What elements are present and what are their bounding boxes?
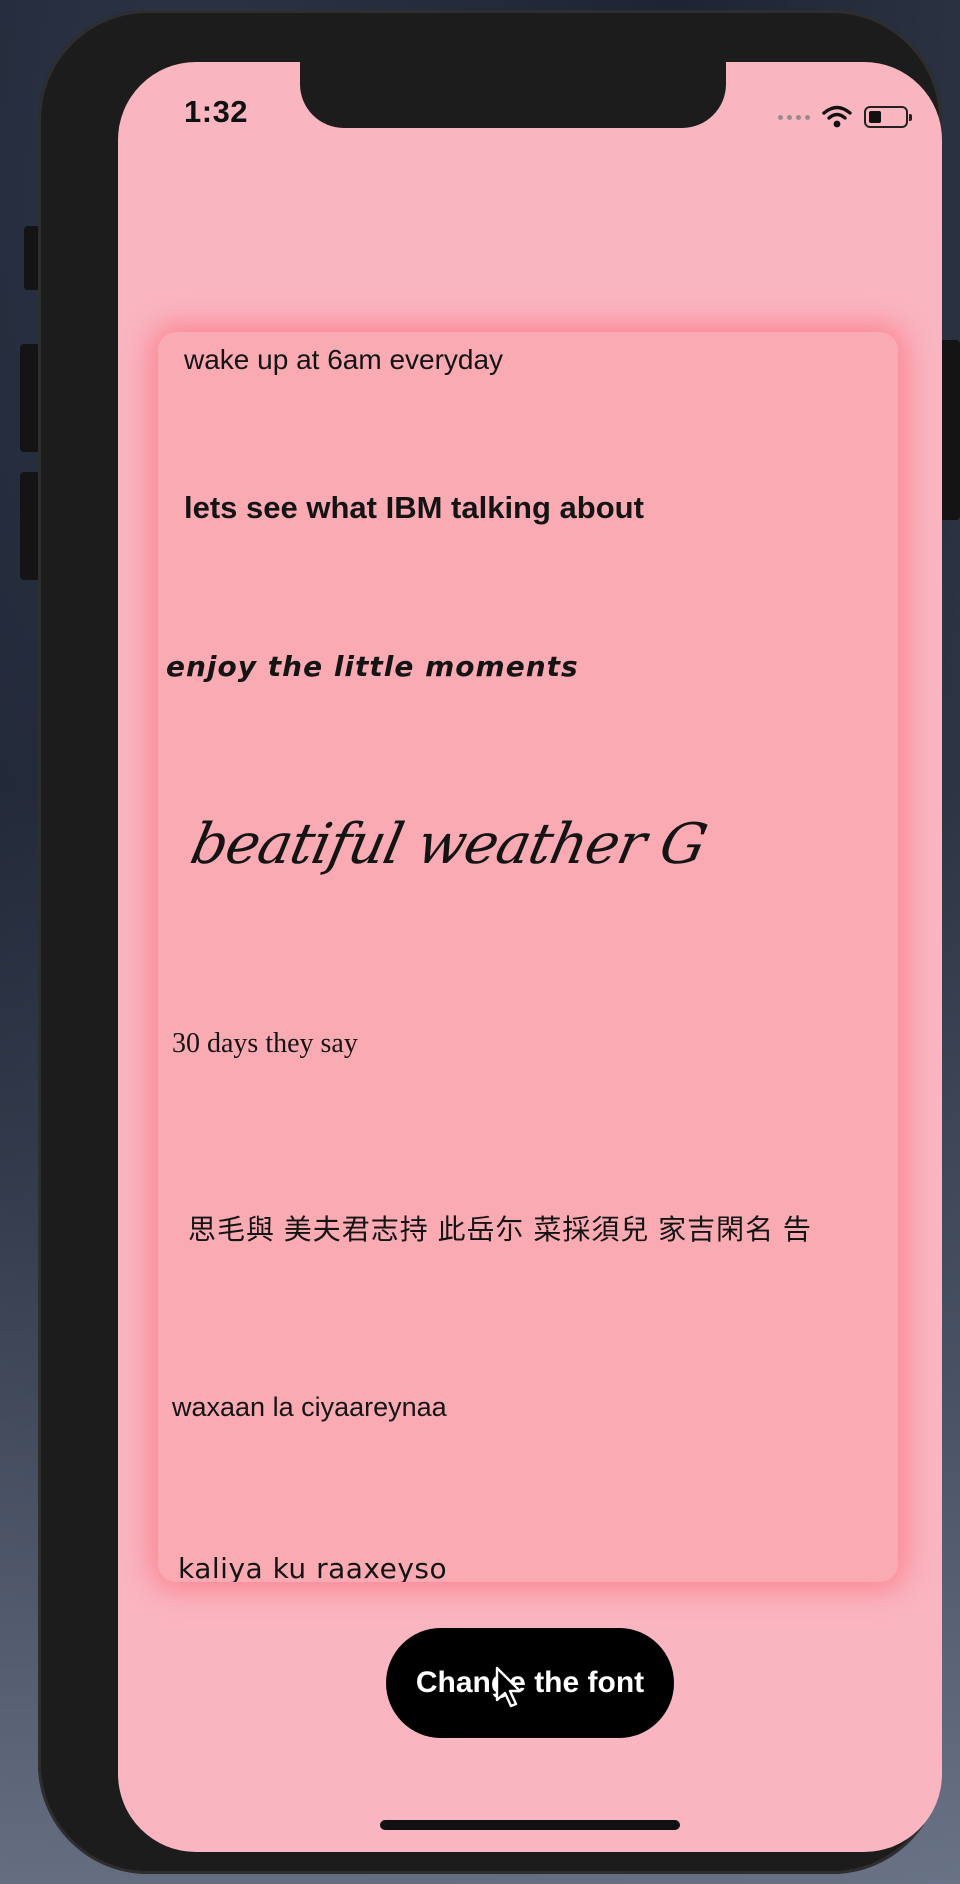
volume-down-button (20, 472, 40, 580)
card-line: enjoy the little moments (166, 650, 579, 683)
status-time: 1:32 (184, 94, 249, 129)
card-line: lets see what IBM talking about (184, 490, 644, 525)
quotes-card: wake up at 6am everyday lets see what IB… (158, 332, 898, 1582)
status-icons (778, 102, 912, 132)
app-screen: 1:32 wake up at 6am everyday lets see wh… (118, 62, 942, 1852)
change-font-button[interactable]: Change the font (386, 1628, 674, 1738)
battery-icon (864, 106, 912, 128)
mouse-pointer-icon (495, 1666, 522, 1708)
card-line: kaliya ku raaxeyso (178, 1552, 448, 1582)
card-line: waxaan la ciyaareynaa (172, 1392, 447, 1422)
signal-dots-icon (778, 114, 810, 120)
wifi-icon (822, 105, 852, 128)
card-line: beatiful weather G (185, 812, 712, 877)
home-indicator[interactable] (380, 1820, 680, 1830)
volume-up-button (20, 344, 40, 452)
card-line: 30 days they say (172, 1028, 358, 1059)
phone-frame: 1:32 wake up at 6am everyday lets see wh… (38, 10, 942, 1874)
notch (300, 62, 726, 128)
card-line: 思毛與 美夫君志持 此岳尓 菜採須兒 家吉閑名 告 (188, 1214, 812, 1245)
card-line: wake up at 6am everyday (184, 344, 504, 375)
